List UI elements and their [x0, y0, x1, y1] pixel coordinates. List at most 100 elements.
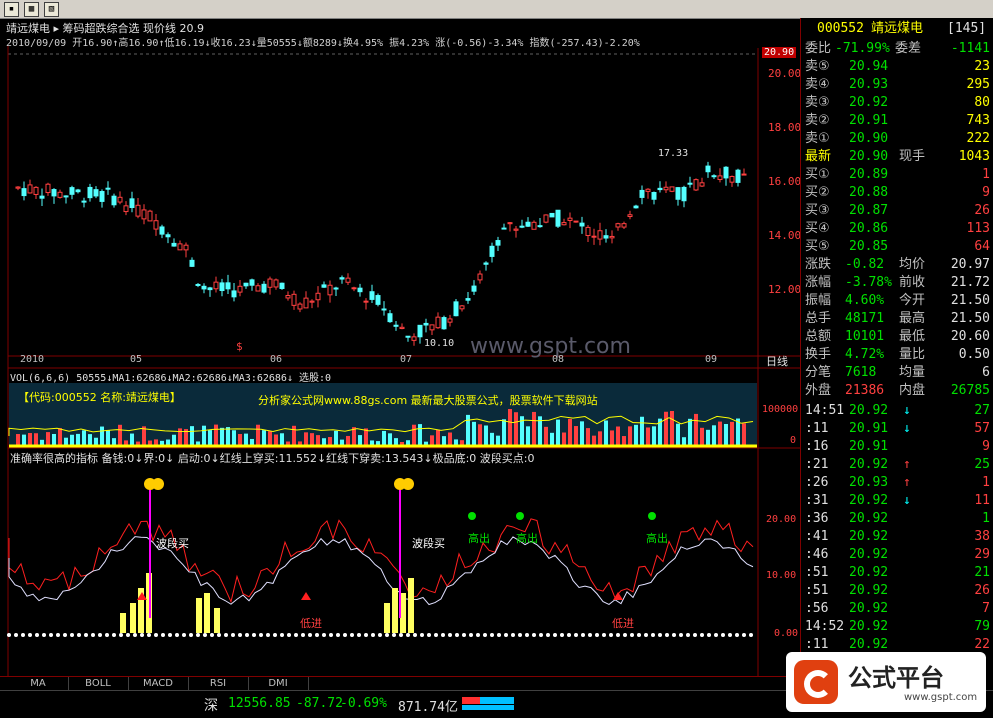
zero-dot: [679, 633, 683, 637]
tick-volume: 21: [974, 565, 990, 580]
volume-bar: [256, 424, 260, 446]
candle-body: [597, 230, 603, 240]
ratio-value: -71.99%: [835, 41, 890, 56]
stat-label: 涨跌: [805, 257, 832, 272]
zero-dot: [21, 633, 25, 637]
tick-row: :51 20.92 26: [805, 582, 990, 600]
candle-body: [153, 220, 159, 230]
volume-bar: [718, 421, 722, 446]
toolbar-button-2[interactable]: ▦: [24, 2, 39, 17]
zero-dot: [154, 633, 158, 637]
period-label[interactable]: 日线: [766, 353, 788, 369]
tick-row: :26 20.93 ↑ 1: [805, 474, 990, 492]
zero-dot: [651, 633, 655, 637]
stat-label: 均量: [899, 365, 926, 380]
volume-ad: 分析家公式网www.88gs.com 最新最大股票公式，股票软件下载网站: [258, 394, 598, 407]
tick-row: 14:51 20.92 ↓ 27: [805, 402, 990, 420]
price-axis-label-1: 20.00: [768, 67, 802, 80]
chart-area[interactable]: 靖远煤电 ▸ 筹码超跌综合选 现价线 20.9 2010/09/09 开16.9…: [0, 18, 802, 676]
stat-row: 振幅 4.60% 今开 21.50: [805, 292, 990, 310]
candle-body: [207, 287, 213, 291]
smile-icon: [402, 478, 414, 490]
zero-dot: [539, 633, 543, 637]
tick-time: :51: [805, 565, 829, 580]
candle-body: [513, 228, 519, 231]
candle-body: [573, 220, 579, 223]
tick-row: :51 20.92 21: [805, 564, 990, 582]
volume-bar: [70, 434, 74, 446]
volume-bar: [274, 434, 278, 446]
candle-body: [741, 173, 747, 176]
tab-dmi[interactable]: DMI: [248, 677, 309, 691]
sell-price: 20.92: [849, 95, 889, 110]
tab-macd[interactable]: MACD: [128, 677, 189, 691]
tick-price: 20.92: [849, 565, 889, 580]
volume-bar: [16, 434, 20, 446]
volume-bar: [448, 432, 452, 446]
zero-dot: [14, 633, 18, 637]
candle-body: [285, 295, 291, 299]
volume-banner: 【代码:000552 名称:靖远煤电】: [18, 391, 181, 404]
zero-dot: [392, 633, 396, 637]
zero-dot: [266, 633, 270, 637]
volume-bar: [244, 433, 248, 446]
volume-bar: [364, 428, 368, 446]
tick-price: 20.92: [849, 511, 889, 526]
candle-body: [603, 235, 609, 239]
sell-level-label: 卖①: [805, 131, 830, 146]
volume-bar: [556, 419, 560, 446]
zero-dot: [483, 633, 487, 637]
candle-body: [657, 187, 663, 191]
volume-bar: [610, 430, 614, 446]
high-out-dot: [648, 512, 656, 520]
stat-label: 今开: [899, 293, 926, 308]
zero-dot: [273, 633, 277, 637]
zero-dot: [70, 633, 74, 637]
latest-value: 20.90: [849, 149, 889, 164]
zero-dot: [280, 633, 284, 637]
zero-dot: [336, 633, 340, 637]
tick-volume: 27: [974, 403, 990, 418]
tick-price: 20.91: [849, 439, 889, 454]
candle-body: [75, 189, 81, 193]
tick-row: :36 20.92 1: [805, 510, 990, 528]
indicator-tabs: MA BOLL MACD RSI DMI: [0, 676, 800, 691]
tick-price: 20.93: [849, 475, 889, 490]
volume-bar: [46, 432, 50, 446]
buy-level-label: 买②: [805, 185, 830, 200]
tab-boll[interactable]: BOLL: [68, 677, 129, 691]
zero-dot: [238, 633, 242, 637]
indicator-bar: [214, 608, 220, 633]
tab-rsi[interactable]: RSI: [188, 677, 249, 691]
zero-dot: [434, 633, 438, 637]
tick-time: :21: [805, 457, 829, 472]
candle-body: [441, 317, 447, 330]
candle-body: [711, 175, 717, 178]
tick-time: :26: [805, 475, 829, 490]
zero-dot: [490, 633, 494, 637]
zero-dot: [742, 633, 746, 637]
zero-dot: [105, 633, 109, 637]
volume-bar: [238, 434, 242, 446]
stat-row: 换手 4.72% 量比 0.50: [805, 346, 990, 364]
zero-dot: [448, 633, 452, 637]
index-amount: 871.74亿: [398, 700, 458, 715]
tick-time: :16: [805, 439, 829, 454]
toolbar-button-1[interactable]: ▪: [4, 2, 19, 17]
candle-body: [357, 287, 363, 293]
toolbar-button-3[interactable]: ▧: [44, 2, 59, 17]
time-label-2010: 2010: [20, 354, 45, 365]
candle-body: [165, 234, 171, 238]
stat-label: 涨幅: [805, 275, 832, 290]
candle-body: [585, 226, 591, 236]
time-label-08: 08: [552, 354, 565, 365]
candle-body: [105, 187, 111, 190]
candle-body: [201, 285, 207, 290]
candle-body: [489, 245, 495, 257]
zero-dot: [707, 633, 711, 637]
zero-dot: [567, 633, 571, 637]
stat-value: 7618: [845, 365, 877, 380]
candle-body: [675, 187, 681, 200]
zero-dot: [182, 633, 186, 637]
tab-ma[interactable]: MA: [8, 677, 69, 691]
